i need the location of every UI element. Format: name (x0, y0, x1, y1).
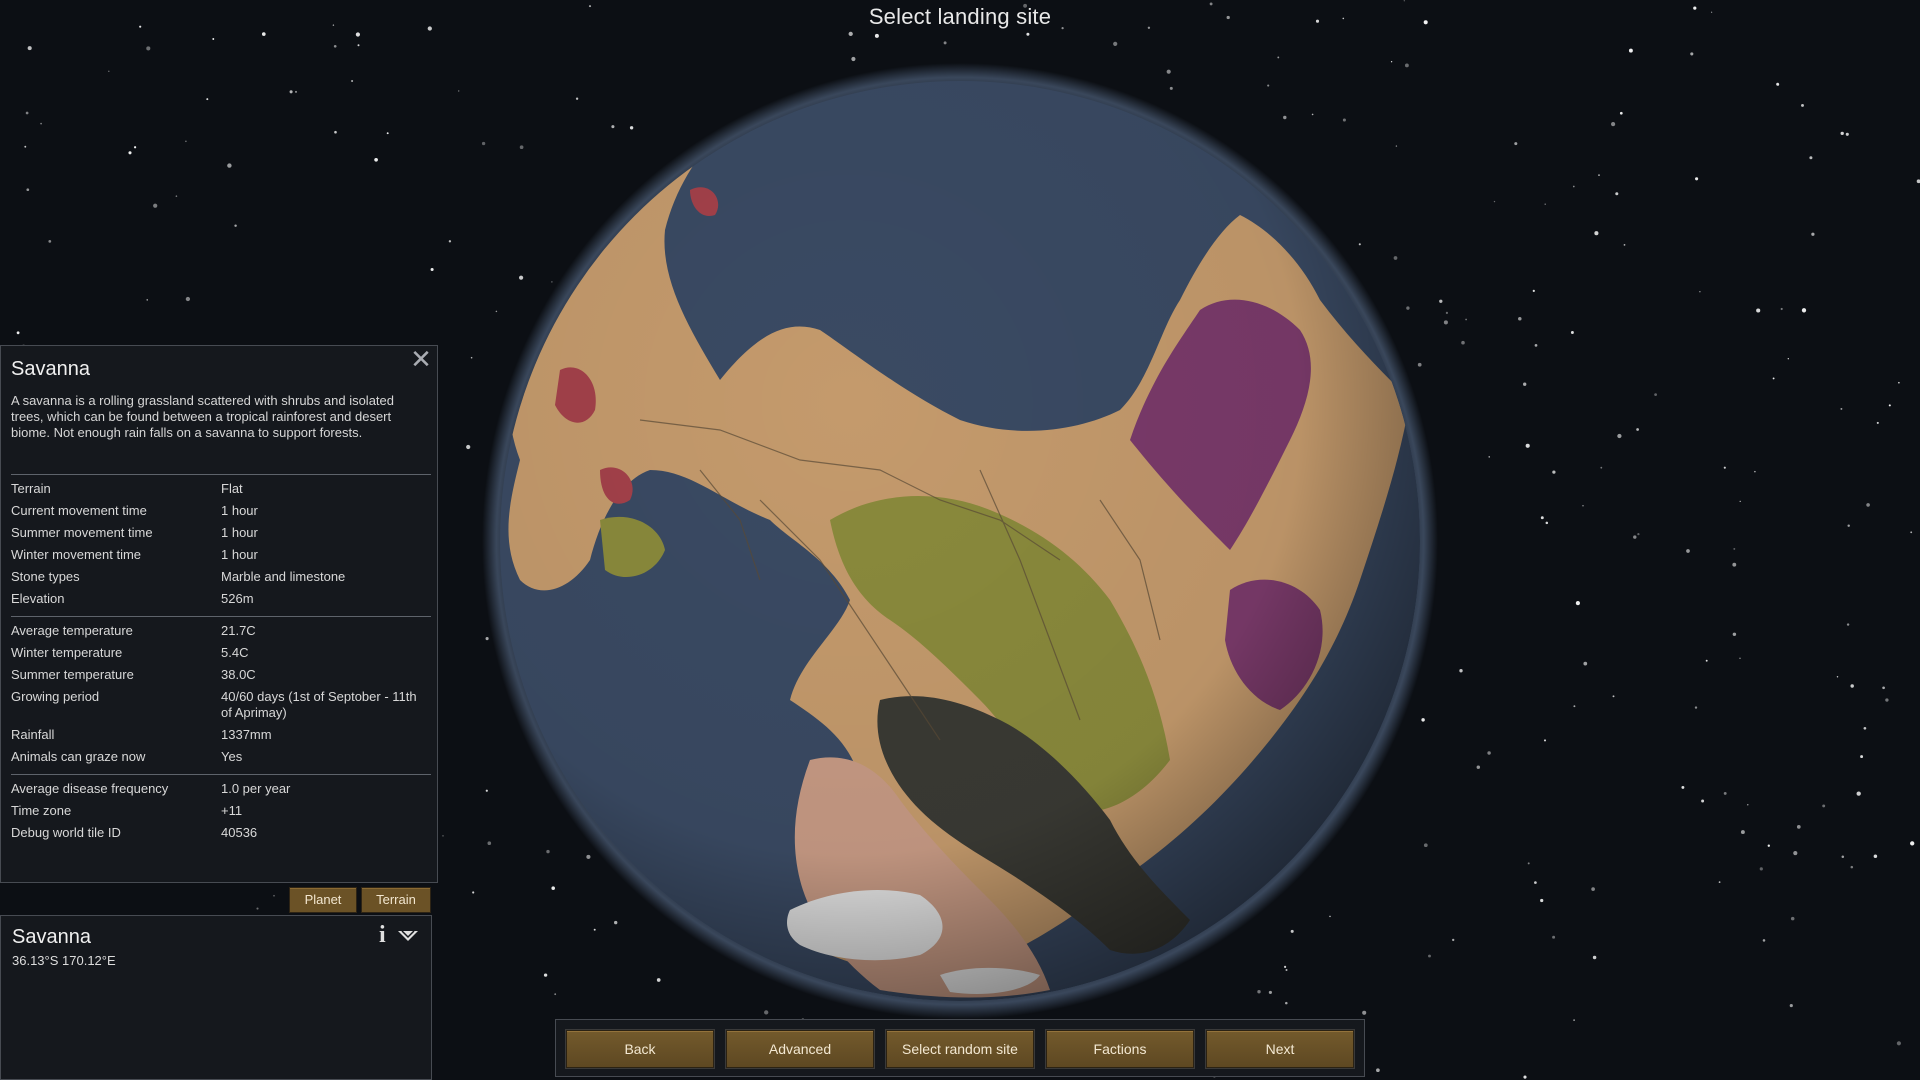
stat-row: Time zone +11 (11, 803, 431, 819)
biome-description: A savanna is a rolling grassland scatter… (11, 393, 394, 440)
stat-value: 5.4C (221, 645, 249, 660)
biome-title: Savanna (11, 358, 90, 380)
stat-row: Winter temperature 5.4C (11, 645, 431, 661)
location-biome: Savanna (12, 926, 91, 948)
select-random-site-button[interactable]: Select random site (886, 1030, 1034, 1068)
stat-label: Animals can graze now (11, 749, 146, 764)
close-icon[interactable]: ✕ (409, 346, 433, 372)
advanced-button[interactable]: Advanced (726, 1030, 874, 1068)
tile-stats: Terrain Flat Current movement time 1 hour Su… (11, 474, 431, 850)
tab-terrain[interactable]: Terrain (361, 887, 431, 913)
location-panel: Savanna 36.13°S 170.12°E i (0, 915, 432, 1080)
stat-row: Animals can graze now Yes (11, 749, 431, 765)
stat-row: Stone types Marble and limestone (11, 569, 431, 585)
stat-value: 1337mm (221, 727, 272, 742)
stat-label: Stone types (11, 569, 80, 584)
stat-label: Terrain (11, 481, 51, 496)
stat-value: 1 hour (221, 547, 258, 562)
stat-row: Growing period 40/60 days (1st of Septobe… (11, 689, 431, 721)
tile-inspect-panel: ✕ Savanna A savanna is a rolling grassla… (0, 345, 438, 883)
stat-value: Marble and limestone (221, 569, 346, 584)
stat-row: Debug world tile ID 40536 (11, 825, 431, 841)
stat-group: Average temperature 21.7C Winter temperatu… (11, 616, 431, 774)
stat-value: 526m (221, 591, 254, 606)
chevron-down-icon[interactable] (397, 929, 419, 943)
stat-value: 1 hour (221, 503, 258, 518)
stat-label: Average temperature (11, 623, 133, 638)
stat-value: 40/60 days (1st of Septober - 11th of Ap… (221, 689, 417, 720)
bottom-nav-bar: Back Advanced Select random site Faction… (555, 1019, 1365, 1077)
stat-label: Debug world tile ID (11, 825, 121, 840)
stat-label: Summer movement time (11, 525, 153, 540)
stat-row: Elevation 526m (11, 591, 431, 607)
stat-label: Elevation (11, 591, 65, 606)
tab-planet[interactable]: Planet (289, 887, 357, 913)
next-button[interactable]: Next (1206, 1030, 1354, 1068)
stat-value: 1 hour (221, 525, 258, 540)
stat-row: Rainfall 1337mm (11, 727, 431, 743)
screen-title: Select landing site (868, 4, 1052, 29)
stat-row: Current movement time 1 hour (11, 503, 431, 519)
stat-group: Average disease frequency 1.0 per year Tim… (11, 774, 431, 850)
location-coordinates: 36.13°S 170.12°E (12, 953, 116, 968)
stat-value: 21.7C (221, 623, 256, 638)
stat-value: Yes (221, 749, 243, 764)
stat-label: Winter movement time (11, 547, 142, 562)
stat-label: Growing period (11, 689, 100, 704)
stat-row: Terrain Flat (11, 481, 431, 497)
info-icon[interactable]: i (379, 923, 391, 947)
stat-value: 1.0 per year (221, 781, 291, 796)
stat-group: Terrain Flat Current movement time 1 hour Su… (11, 474, 431, 616)
stat-row: Average disease frequency 1.0 per year (11, 781, 431, 797)
stat-value: 38.0C (221, 667, 256, 682)
stat-value: +11 (221, 803, 243, 818)
stat-label: Winter temperature (11, 645, 123, 660)
stat-row: Summer temperature 38.0C (11, 667, 431, 683)
factions-button[interactable]: Factions (1046, 1030, 1194, 1068)
stat-label: Average disease frequency (11, 781, 169, 796)
stat-label: Rainfall (11, 727, 55, 742)
stat-label: Current movement time (11, 503, 147, 518)
stat-value: Flat (221, 481, 243, 496)
stat-label: Time zone (11, 803, 72, 818)
stat-row: Summer movement time 1 hour (11, 525, 431, 541)
back-button[interactable]: Back (566, 1030, 714, 1068)
stat-row: Average temperature 21.7C (11, 623, 431, 639)
stat-value: 40536 (221, 825, 258, 840)
stat-label: Summer temperature (11, 667, 134, 682)
stat-row: Winter movement time 1 hour (11, 547, 431, 563)
